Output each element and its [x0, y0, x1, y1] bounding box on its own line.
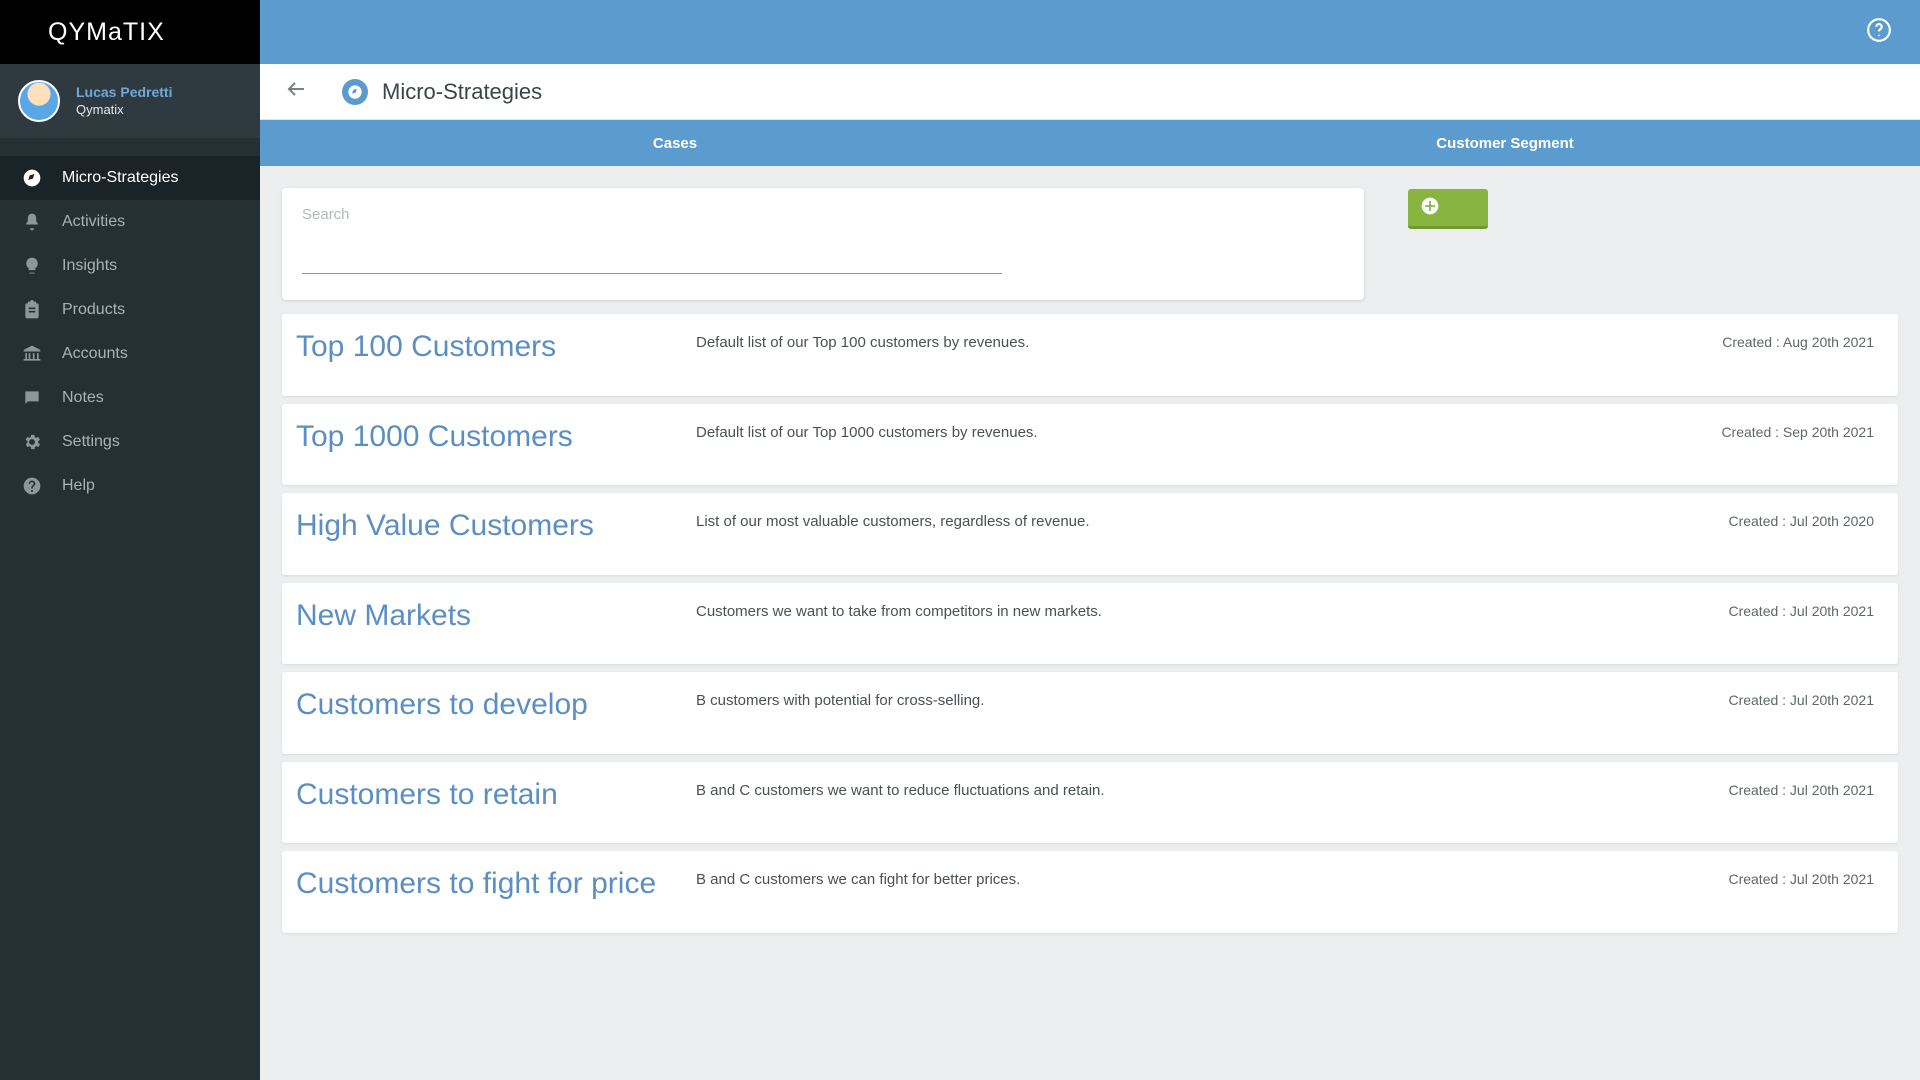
sidebar-item-label: Micro-Strategies: [62, 169, 178, 187]
strategy-desc: B customers with potential for cross-sel…: [696, 686, 1644, 724]
strategy-created: Created : Jul 20th 2020: [1644, 507, 1874, 545]
sidebar-item-label: Accounts: [62, 345, 128, 363]
brand-bar: QYMaTIX: [0, 0, 260, 64]
help-icon: [20, 476, 44, 496]
compass-icon: [342, 79, 368, 105]
sidebar-item-label: Activities: [62, 213, 125, 231]
sidebar-item-notes[interactable]: Notes: [0, 376, 260, 420]
sidebar-item-label: Products: [62, 301, 125, 319]
search-card: Search: [282, 188, 1364, 300]
user-name: Lucas Pedretti: [76, 83, 172, 101]
sidebar-item-label: Help: [62, 477, 95, 495]
sidebar-item-micro-strategies[interactable]: Micro-Strategies: [0, 156, 260, 200]
toolbar: Search: [282, 188, 1898, 300]
bank-icon: [20, 344, 44, 364]
strategy-desc: Customers we want to take from competito…: [696, 597, 1644, 635]
plus-circle-icon: [1420, 196, 1440, 219]
strategy-desc: B and C customers we can fight for bette…: [696, 865, 1644, 903]
strategy-created: Created : Aug 20th 2021: [1644, 328, 1874, 366]
bulb-icon: [20, 256, 44, 276]
tab-cases[interactable]: Cases: [260, 120, 1090, 166]
strategy-desc: List of our most valuable customers, reg…: [696, 507, 1644, 545]
strategy-title: Customers to develop: [296, 686, 696, 724]
search-input[interactable]: [302, 241, 1002, 274]
strategy-link[interactable]: New Markets: [296, 597, 684, 635]
user-company: Qymatix: [76, 102, 172, 119]
strategy-link[interactable]: Customers to fight for price: [296, 865, 684, 903]
strategy-link[interactable]: High Value Customers: [296, 507, 684, 545]
strategy-link[interactable]: Customers to develop: [296, 686, 684, 724]
strategy-list: Top 100 Customers Default list of our Top…: [282, 314, 1898, 933]
strategy-desc: B and C customers we want to reduce fluc…: [696, 776, 1644, 814]
user-text: Lucas Pedretti Qymatix: [76, 83, 172, 118]
sidebar-item-products[interactable]: Products: [0, 288, 260, 332]
tab-customer-segment[interactable]: Customer Segment: [1090, 120, 1920, 166]
strategy-link[interactable]: Top 1000 Customers: [296, 418, 684, 456]
strategy-title: Top 100 Customers: [296, 328, 696, 366]
strategy-card: New Markets Customers we want to take fro…: [282, 583, 1898, 665]
strategy-created: Created : Jul 20th 2021: [1644, 597, 1874, 635]
topbar: [260, 0, 1920, 64]
strategy-title: New Markets: [296, 597, 696, 635]
search-label: Search: [302, 206, 1344, 223]
sidebar-item-insights[interactable]: Insights: [0, 244, 260, 288]
back-button[interactable]: [278, 71, 314, 112]
sidebar: QYMaTIX Lucas Pedretti Qymatix Micro-Str…: [0, 0, 260, 1080]
strategy-card: Top 100 Customers Default list of our Top…: [282, 314, 1898, 396]
strategy-title: Top 1000 Customers: [296, 418, 696, 456]
strategy-desc: Default list of our Top 100 customers by…: [696, 328, 1644, 366]
strategy-created: Created : Jul 20th 2021: [1644, 776, 1874, 814]
strategy-created: Created : Sep 20th 2021: [1644, 418, 1874, 456]
sidebar-item-help[interactable]: Help: [0, 464, 260, 508]
page-title-row: Micro-Strategies: [260, 64, 1920, 120]
brand-logo-text: QYMaTIX: [48, 18, 165, 47]
sidebar-item-label: Notes: [62, 389, 104, 407]
strategy-link[interactable]: Customers to retain: [296, 776, 684, 814]
strategy-card: High Value Customers List of our most val…: [282, 493, 1898, 575]
strategy-title: High Value Customers: [296, 507, 696, 545]
sidebar-item-label: Insights: [62, 257, 117, 275]
strategy-card: Top 1000 Customers Default list of our To…: [282, 404, 1898, 486]
strategy-title: Customers to retain: [296, 776, 696, 814]
strategy-card: Customers to retain B and C customers we …: [282, 762, 1898, 844]
bell-icon: [20, 212, 44, 232]
sidebar-nav: Micro-Strategies Activities Insights Pro…: [0, 138, 260, 508]
strategy-card: Customers to fight for price B and C cust…: [282, 851, 1898, 933]
sidebar-item-accounts[interactable]: Accounts: [0, 332, 260, 376]
clipboard-icon: [20, 300, 44, 320]
strategy-title: Customers to fight for price: [296, 865, 696, 903]
topbar-help-icon[interactable]: [1866, 17, 1892, 48]
strategy-desc: Default list of our Top 1000 customers b…: [696, 418, 1644, 456]
tabs: Cases Customer Segment: [260, 120, 1920, 166]
strategy-created: Created : Jul 20th 2021: [1644, 865, 1874, 903]
strategy-created: Created : Jul 20th 2021: [1644, 686, 1874, 724]
sidebar-item-settings[interactable]: Settings: [0, 420, 260, 464]
user-block[interactable]: Lucas Pedretti Qymatix: [0, 64, 260, 138]
main: Micro-Strategies Cases Customer Segment …: [260, 0, 1920, 1080]
sidebar-item-activities[interactable]: Activities: [0, 200, 260, 244]
compass-icon: [20, 168, 44, 188]
content: Search Top 100 Customers Default list of …: [260, 166, 1920, 1080]
sidebar-item-label: Settings: [62, 433, 120, 451]
page-title: Micro-Strategies: [382, 79, 542, 105]
strategy-card: Customers to develop B customers with pot…: [282, 672, 1898, 754]
strategy-link[interactable]: Top 100 Customers: [296, 328, 684, 366]
chat-icon: [20, 388, 44, 408]
add-button[interactable]: [1408, 189, 1488, 229]
avatar: [18, 80, 60, 122]
gear-icon: [20, 432, 44, 452]
